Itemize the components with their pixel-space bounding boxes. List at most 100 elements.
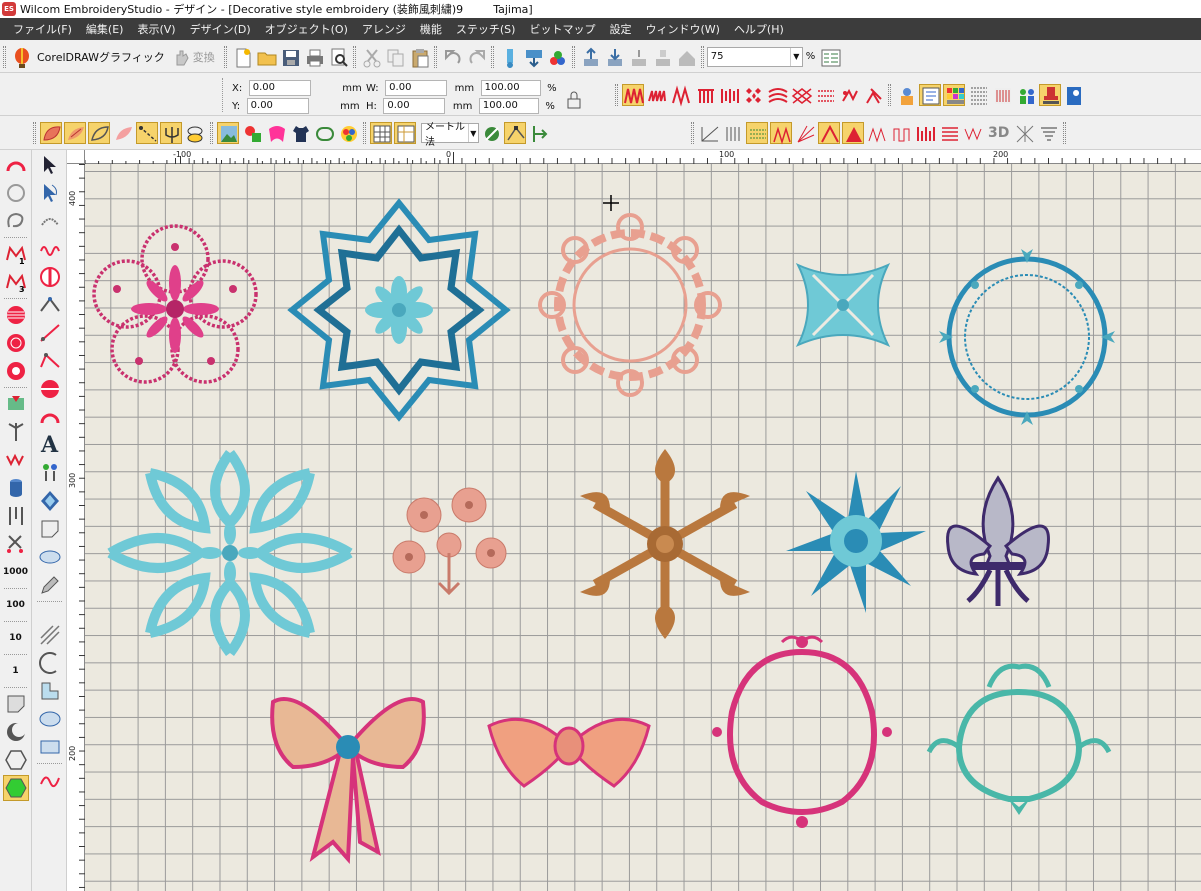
flame-fill-icon[interactable] [770,122,792,145]
input-a-icon[interactable]: 1 [3,241,29,267]
menu-help[interactable]: ヘルプ(H) [727,21,791,37]
toolbar-grip[interactable] [888,84,891,106]
colorwheel-icon[interactable] [337,122,359,144]
hoop-gray-icon[interactable] [3,180,29,206]
teal-circle-frame-design[interactable] [939,249,1115,425]
hexagon-icon[interactable] [3,747,29,773]
ellipse-tool-icon[interactable] [37,544,63,570]
stitch-count-10[interactable]: 10 [3,625,29,651]
teal-square-ornament-design[interactable] [795,262,891,348]
trident-icon[interactable] [160,122,182,144]
chevron-down-icon[interactable]: ▼ [789,47,802,66]
horizontal-ruler[interactable]: -100 0 100 200 [85,150,1201,164]
star-fill-icon[interactable] [842,122,864,144]
thread-chart-icon[interactable] [967,84,989,106]
proportional-lock-icon[interactable] [562,88,584,110]
shapes-icon[interactable] [241,122,263,144]
feather-fill-icon[interactable] [64,122,86,144]
people-icon[interactable] [1015,84,1037,106]
toolbar-grip[interactable] [615,84,618,106]
teal-star-frame-design[interactable] [287,198,511,422]
color-film-icon[interactable] [991,84,1013,106]
machine-queue-icon[interactable] [651,46,673,68]
shirt-icon[interactable] [289,122,311,144]
chevron-down-icon[interactable]: ▼ [467,124,478,142]
cut-icon[interactable] [360,46,382,68]
travel-icon[interactable] [528,122,550,144]
width-field[interactable]: 0.00 [385,80,448,96]
zoom-options-icon[interactable] [819,46,841,68]
outline-tool-icon[interactable] [3,691,29,717]
monogram-icon[interactable] [895,84,917,106]
stitch-edit-icon[interactable] [37,208,63,234]
bronze-star-design[interactable] [580,449,750,639]
leaf-satin-icon[interactable] [40,122,62,144]
machine-download-icon[interactable] [603,46,625,68]
ladder-stitch-icon[interactable] [718,84,740,106]
zigzag-stitch-icon[interactable] [622,84,644,106]
measurement-combo[interactable]: メートル法 ▼ [421,122,479,148]
vertical-ruler[interactable]: 400 300 200 [67,164,85,891]
needle-icon[interactable] [3,503,29,529]
reshape-icon[interactable] [504,122,526,144]
object-properties-icon[interactable] [919,84,941,106]
peach-bow-design[interactable] [487,717,651,788]
stitch-count-1[interactable]: 1 [3,658,29,684]
coreldraw-label[interactable]: CorelDRAWグラフィック [37,49,165,65]
hoop-pink-icon[interactable] [37,404,63,430]
select-arrow-icon[interactable] [37,152,63,178]
stitch-player-icon[interactable] [498,46,520,68]
machine-home-icon[interactable] [675,46,697,68]
fan-icon[interactable] [1037,122,1059,144]
zoom-combo[interactable]: 75 ▼ [706,46,803,67]
crystal-icon[interactable] [37,488,63,514]
fill-cross-icon[interactable] [698,122,720,144]
decor-fill-icon[interactable] [862,84,884,106]
cylinder-icon[interactable] [3,475,29,501]
stitch-count-1000[interactable]: 1000 [3,559,29,585]
new-file-icon[interactable] [231,46,253,68]
print-icon[interactable] [303,46,325,68]
oval-tool-icon[interactable] [37,706,63,732]
tatami-circle-icon[interactable] [3,330,29,356]
toolbar-grip[interactable] [691,122,694,144]
redo-icon[interactable] [465,46,487,68]
leaf-stitch-icon[interactable] [112,122,134,144]
mint-scroll-frame-design[interactable] [926,663,1112,815]
menu-design[interactable]: デザイン(D) [183,21,258,37]
frame-tool-icon[interactable] [37,516,63,542]
node-tool-icon[interactable] [37,292,63,318]
hexagon-fill-icon[interactable] [2,775,29,801]
toolbar-grip[interactable] [3,45,6,68]
teal-sunburst-design[interactable] [786,471,926,613]
dotted-fill-icon[interactable] [746,122,768,144]
people-tool-icon[interactable] [37,460,63,486]
menu-functions[interactable]: 機能 [413,21,449,37]
height-field[interactable]: 0.00 [383,98,446,114]
contour-fill-icon[interactable] [818,122,840,144]
menu-settings[interactable]: 設定 [602,21,638,37]
satin-stitch-icon[interactable] [670,84,692,107]
color-thread-icon[interactable] [546,46,568,68]
blanket-stitch-icon[interactable] [914,122,936,144]
stripe-fill-icon[interactable] [938,122,960,144]
pie-tool-icon[interactable] [37,678,63,704]
menu-object[interactable]: オブジェクト(O) [258,21,355,37]
grid-icon[interactable] [370,122,392,144]
applique-icon[interactable] [265,122,287,144]
pink-flower-design[interactable] [92,224,258,384]
scissors-icon[interactable] [3,531,29,557]
radial-fill-icon[interactable] [794,122,816,144]
input-b-icon[interactable]: 3 [3,269,29,295]
menu-edit[interactable]: 編集(E) [79,21,131,37]
leaf-outline-icon[interactable] [88,122,110,144]
menu-stitch[interactable]: ステッチ(S) [449,21,523,37]
diamond-pattern-icon[interactable] [742,84,764,106]
wave-red-icon[interactable] [37,236,63,262]
pink-bow-design[interactable] [270,697,426,865]
teal-snowflake-design[interactable] [107,450,353,656]
menu-bitmap[interactable]: ビットマップ [522,21,602,37]
arc-tool-icon[interactable] [37,650,63,676]
ruler-corner[interactable] [67,150,85,164]
menu-window[interactable]: ウィンドウ(W) [638,21,726,37]
